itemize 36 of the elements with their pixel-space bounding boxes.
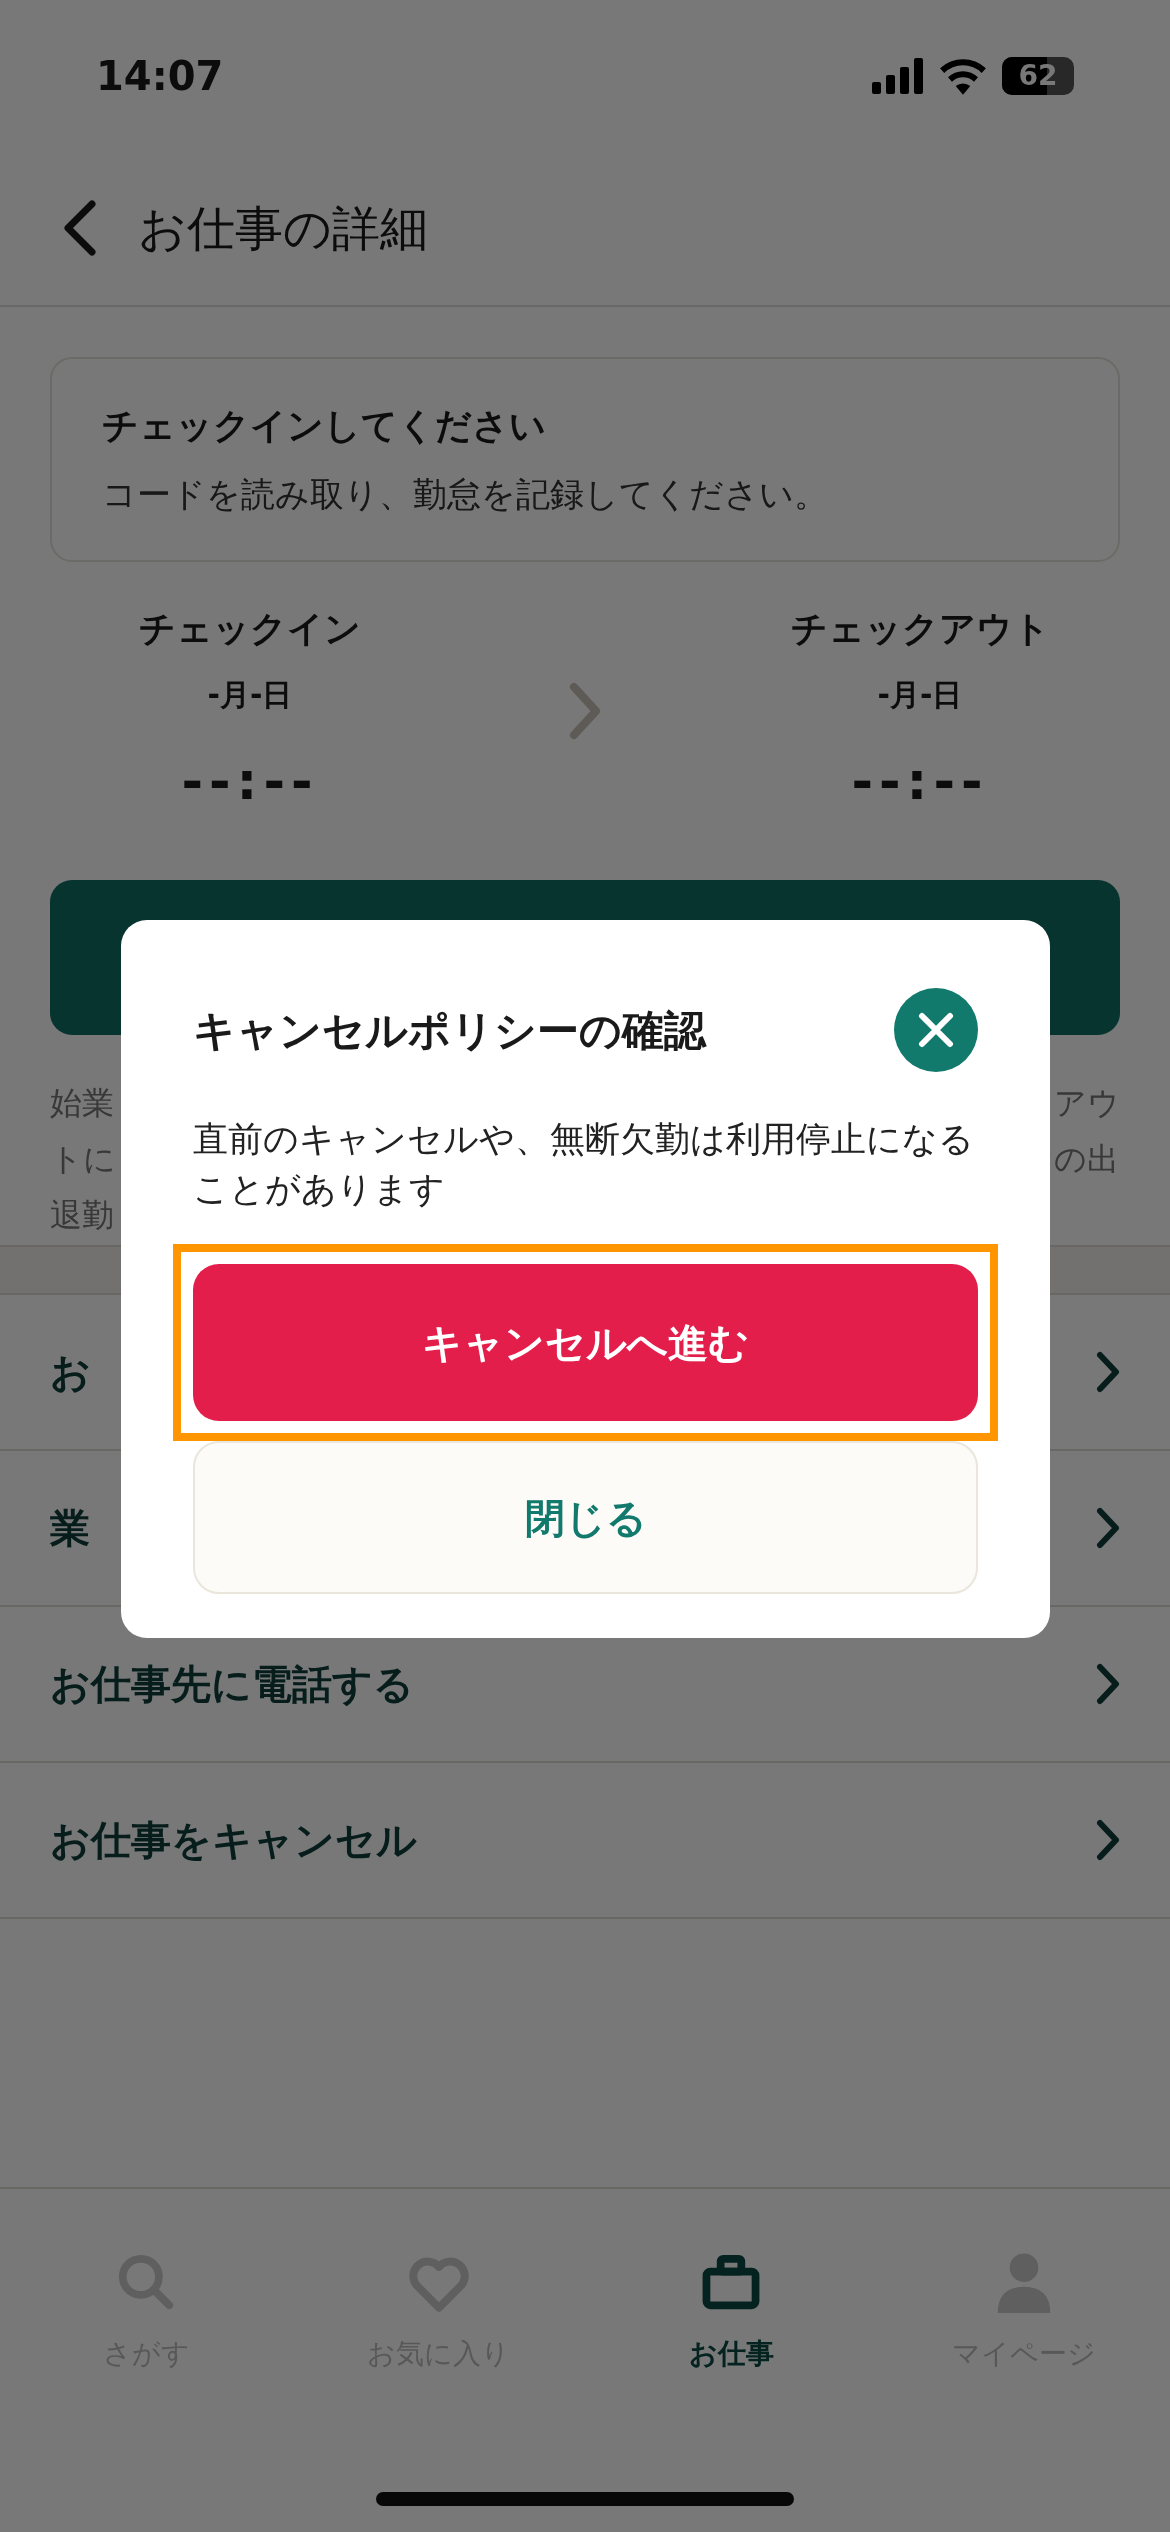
attendance-date: -月-日 — [207, 676, 293, 714]
heart-icon — [406, 2255, 471, 2313]
menu-label: 業 — [50, 1504, 90, 1553]
note-text: トに — [50, 1139, 116, 1180]
note-text: 退勤 — [50, 1195, 115, 1236]
dismiss-button[interactable]: 閉じる — [193, 1441, 978, 1594]
chevron-right-icon — [1096, 1351, 1120, 1393]
proceed-button[interactable]: キャンセルへ進む — [193, 1264, 978, 1421]
note-text: 始業 — [50, 1083, 115, 1124]
attendance-label: チェックイン — [139, 607, 361, 651]
dialog-title: キャンセルポリシーの確認 — [193, 1004, 706, 1057]
page-title: お仕事の詳細 — [138, 198, 428, 258]
notice-message: コードを読み取り、勤怠を記録してください。 — [102, 473, 829, 516]
menu-label: お仕事先に電話する — [50, 1660, 414, 1709]
attendance-date: -月-日 — [877, 676, 963, 714]
chevron-right-icon — [568, 681, 602, 741]
battery-indicator: 62 — [1002, 57, 1074, 95]
close-icon — [918, 1012, 954, 1048]
tab-item[interactable]: お仕事 — [585, 2247, 878, 2375]
chevron-right-icon — [1096, 1507, 1120, 1549]
attendance-time: --:-- — [181, 750, 319, 813]
menu-label: お仕事をキャンセル — [50, 1816, 417, 1865]
note-text: アウ — [1054, 1083, 1120, 1124]
chevron-right-icon — [1096, 1663, 1120, 1705]
back-icon[interactable] — [62, 199, 98, 256]
wifi-icon — [938, 57, 988, 95]
signal-icon — [872, 58, 924, 94]
menu-row[interactable]: お仕事をキャンセル — [0, 1763, 1170, 1919]
notice-title: チェックインしてください — [102, 404, 547, 448]
attendance-time: --:-- — [851, 750, 989, 813]
chevron-right-icon — [1096, 1819, 1120, 1861]
attendance-label: チェックアウト — [790, 607, 1050, 651]
status-time: 14:07 — [96, 52, 224, 101]
dialog-message: 直前のキャンセルや、無断欠勤は利用停止になることがあります — [193, 1118, 975, 1211]
note-text: の出 — [1054, 1139, 1120, 1180]
menu-label: お — [50, 1348, 91, 1397]
